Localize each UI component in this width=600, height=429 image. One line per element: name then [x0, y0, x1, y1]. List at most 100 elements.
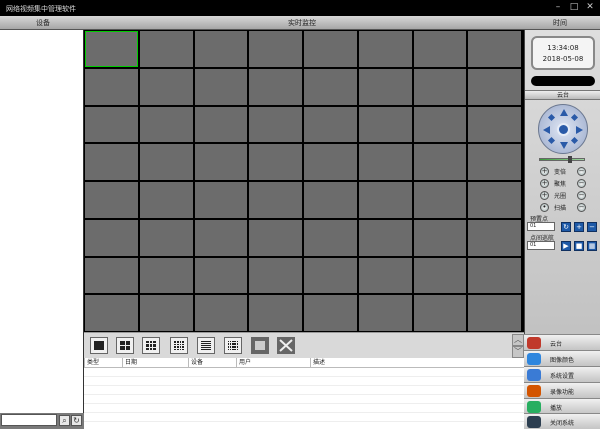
video-cell[interactable] — [249, 106, 302, 143]
refresh-icon[interactable]: ↻ — [71, 415, 82, 426]
video-cell[interactable] — [358, 182, 412, 218]
video-cell[interactable] — [468, 68, 521, 105]
video-cell[interactable] — [249, 31, 302, 67]
video-cell[interactable] — [85, 219, 138, 256]
cruise-play-button[interactable]: ▶ — [561, 241, 571, 251]
video-cell[interactable] — [358, 106, 412, 143]
video-cell[interactable] — [358, 31, 412, 67]
video-cell[interactable] — [468, 257, 521, 294]
device-search-input[interactable] — [1, 414, 57, 426]
video-cell[interactable] — [85, 144, 138, 180]
menu-image-color[interactable]: 图像颜色 — [524, 350, 600, 366]
video-cell[interactable] — [194, 106, 248, 143]
video-cell[interactable] — [304, 31, 357, 67]
video-cell[interactable] — [139, 182, 193, 218]
video-cell[interactable] — [413, 68, 467, 105]
menu-ptz[interactable]: 云台 — [524, 334, 600, 350]
video-cell[interactable] — [249, 144, 302, 180]
scan-start-button[interactable]: • — [540, 203, 549, 212]
video-cell[interactable] — [139, 31, 193, 67]
ptz-direction-pad[interactable] — [538, 104, 588, 154]
layout-1-button[interactable] — [90, 337, 108, 354]
video-cell[interactable] — [304, 144, 357, 180]
menu-system-settings[interactable]: 系统设置 — [524, 366, 600, 382]
video-cell[interactable] — [139, 106, 193, 143]
video-cell[interactable] — [194, 182, 248, 218]
video-cell[interactable] — [139, 295, 193, 331]
device-tree[interactable] — [0, 30, 84, 413]
video-cell[interactable] — [413, 219, 467, 256]
video-cell[interactable] — [413, 182, 467, 218]
ptz-speed-slider[interactable] — [539, 156, 585, 163]
iris-close-button[interactable]: − — [577, 191, 586, 200]
focus-out-button[interactable]: − — [577, 179, 586, 188]
ptz-upleft-icon[interactable] — [547, 113, 556, 122]
menu-shutdown[interactable]: 关闭系统 — [524, 413, 600, 429]
fullscreen-button[interactable] — [277, 337, 295, 354]
video-cell[interactable] — [304, 295, 357, 331]
video-cell[interactable] — [468, 31, 521, 67]
ptz-right-icon[interactable] — [576, 126, 583, 134]
scroll-down-icon[interactable]: ﹀ — [512, 346, 524, 358]
video-cell[interactable] — [85, 106, 138, 143]
log-col-desc[interactable]: 描述 — [310, 358, 430, 368]
video-cell[interactable] — [139, 219, 193, 256]
close-icon[interactable]: ✕ — [584, 2, 596, 13]
video-cell[interactable] — [358, 257, 412, 294]
video-cell[interactable] — [249, 295, 302, 331]
video-cell[interactable] — [139, 144, 193, 180]
video-cell[interactable] — [468, 219, 521, 256]
video-cell[interactable] — [304, 219, 357, 256]
video-cell[interactable] — [358, 219, 412, 256]
video-cell[interactable] — [468, 295, 521, 331]
layout-64-button[interactable] — [251, 337, 269, 354]
log-col-type[interactable]: 类型 — [84, 358, 122, 368]
log-table-body[interactable] — [84, 368, 524, 429]
video-cell[interactable] — [358, 295, 412, 331]
layout-4-button[interactable] — [116, 337, 134, 354]
video-cell[interactable] — [304, 182, 357, 218]
ptz-down-icon[interactable] — [560, 142, 568, 149]
video-cell[interactable] — [194, 257, 248, 294]
video-cell[interactable] — [194, 144, 248, 180]
video-cell[interactable] — [304, 106, 357, 143]
video-cell[interactable] — [468, 144, 521, 180]
layout-16-button[interactable] — [170, 337, 188, 354]
log-col-user[interactable]: 用户 — [236, 358, 310, 368]
video-cell[interactable] — [194, 68, 248, 105]
preset-delete-button[interactable]: − — [587, 222, 597, 232]
video-cell[interactable] — [249, 257, 302, 294]
video-cell[interactable] — [249, 182, 302, 218]
video-cell[interactable] — [413, 295, 467, 331]
log-col-device[interactable]: 设备 — [188, 358, 236, 368]
minimize-icon[interactable]: – — [552, 2, 564, 13]
preset-call-button[interactable]: ↻ — [561, 222, 571, 232]
ptz-downleft-icon[interactable] — [547, 136, 556, 145]
video-cell[interactable] — [413, 144, 467, 180]
scroll-up-icon[interactable]: ︿ — [512, 334, 524, 346]
search-icon[interactable]: ⌕ — [59, 415, 70, 426]
video-cell[interactable] — [304, 68, 357, 105]
video-cell[interactable] — [468, 106, 521, 143]
cruise-stop-button[interactable]: ■ — [574, 241, 584, 251]
menu-playback[interactable]: 播放 — [524, 398, 600, 414]
video-cell[interactable] — [194, 31, 248, 67]
video-cell[interactable] — [249, 219, 302, 256]
preset-select[interactable]: 01 — [527, 222, 555, 231]
video-cell[interactable] — [194, 295, 248, 331]
video-cell[interactable] — [139, 257, 193, 294]
ptz-left-icon[interactable] — [543, 126, 550, 134]
focus-in-button[interactable]: + — [540, 179, 549, 188]
video-cell[interactable] — [139, 68, 193, 105]
video-cell[interactable] — [85, 257, 138, 294]
video-cell[interactable] — [468, 182, 521, 218]
slider-handle[interactable] — [568, 156, 572, 163]
video-cell[interactable] — [413, 106, 467, 143]
ptz-center-button[interactable] — [557, 123, 570, 136]
ptz-downright-icon[interactable] — [570, 136, 579, 145]
video-cell[interactable] — [304, 257, 357, 294]
video-cell[interactable] — [413, 31, 467, 67]
zoom-in-button[interactable]: + — [540, 167, 549, 176]
video-cell[interactable] — [85, 31, 138, 67]
log-col-date[interactable]: 日期 — [122, 358, 188, 368]
